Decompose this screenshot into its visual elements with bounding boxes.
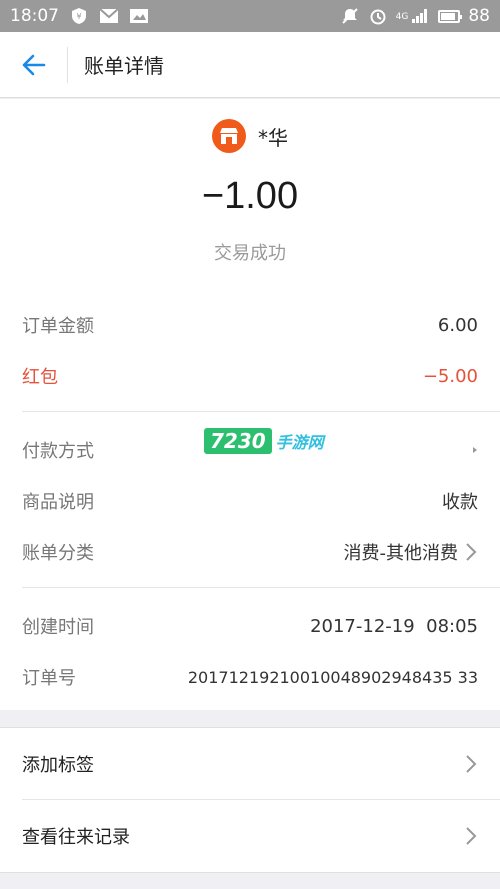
- row-label: 商品说明: [22, 492, 94, 513]
- divider: [22, 411, 500, 412]
- row-label: 创建时间: [22, 617, 94, 638]
- row-value: [466, 446, 478, 454]
- shield-icon: ¥: [69, 7, 89, 25]
- nav-bar: 账单详情: [0, 32, 500, 98]
- row-value: [464, 754, 478, 774]
- row-value: 消费-其他消费: [344, 539, 479, 565]
- bill-detail-card: *华 −1.00 交易成功 订单金额 6.00 红包 −5.00 付款方式 商品…: [0, 99, 500, 710]
- row-label: 账单分类: [22, 543, 94, 564]
- row-order-amount: 订单金额 6.00: [0, 303, 500, 347]
- watermark-text: 手游网: [275, 433, 324, 452]
- row-created-time: 创建时间 2017-12-19 08:05: [0, 604, 500, 648]
- merchant-header: *华: [0, 119, 500, 153]
- view-history-item[interactable]: 查看往来记录: [0, 814, 500, 858]
- page-title: 账单详情: [84, 54, 164, 78]
- image-message-icon: [129, 7, 149, 25]
- row-product-description: 商品说明 收款: [0, 479, 500, 523]
- alarm-icon: [368, 7, 388, 25]
- row-value: [464, 826, 478, 846]
- back-button[interactable]: [0, 46, 68, 83]
- mail-icon: [99, 7, 119, 25]
- chevron-right-icon: [466, 827, 477, 845]
- row-value: −5.00: [422, 365, 478, 387]
- row-red-packet: 红包 −5.00: [0, 354, 500, 398]
- row-value: 20171219210010048902948435 33: [187, 667, 478, 687]
- network-type: 4G: [395, 12, 409, 22]
- row-value: 2017-12-19 08:05: [310, 615, 478, 637]
- add-tag-item[interactable]: 添加标签: [0, 742, 500, 786]
- row-label: 添加标签: [22, 755, 94, 776]
- battery-icon: [438, 9, 463, 23]
- transaction-amount: −1.00: [201, 175, 299, 217]
- row-label: 查看往来记录: [22, 827, 130, 848]
- row-label: 订单号: [22, 668, 76, 689]
- signal-icon: [410, 7, 430, 25]
- chevron-right-icon: [466, 755, 477, 773]
- actions-group: 添加标签 查看往来记录: [0, 727, 500, 873]
- row-value: 6.00: [437, 314, 478, 336]
- row-value: 收款: [442, 492, 478, 513]
- chevron-right-icon: [466, 543, 477, 561]
- row-label: 付款方式: [22, 441, 94, 462]
- store-icon: [212, 119, 246, 153]
- watermark-logo: 7230 手游网: [204, 428, 324, 454]
- chevron-right-icon: [473, 447, 477, 453]
- row-label: 订单金额: [22, 316, 94, 337]
- row-bill-category[interactable]: 账单分类 消费-其他消费: [0, 530, 500, 574]
- transaction-status: 交易成功: [214, 243, 286, 264]
- back-arrow-icon: [22, 54, 45, 75]
- bill-category-value: 消费-其他消费: [343, 543, 459, 564]
- svg-text:¥: ¥: [76, 12, 81, 21]
- row-order-number: 订单号 20171219210010048902948435 33: [0, 655, 500, 699]
- watermark-number: 7230: [204, 428, 272, 454]
- status-time: 18:07: [10, 6, 59, 26]
- battery-level: 88: [468, 6, 490, 26]
- divider: [22, 799, 500, 800]
- mute-icon: [340, 7, 360, 25]
- row-label: 红包: [22, 367, 58, 388]
- status-bar: 18:07 ¥ 4G 88: [0, 0, 500, 32]
- merchant-name: *华: [258, 125, 288, 150]
- divider: [22, 587, 500, 588]
